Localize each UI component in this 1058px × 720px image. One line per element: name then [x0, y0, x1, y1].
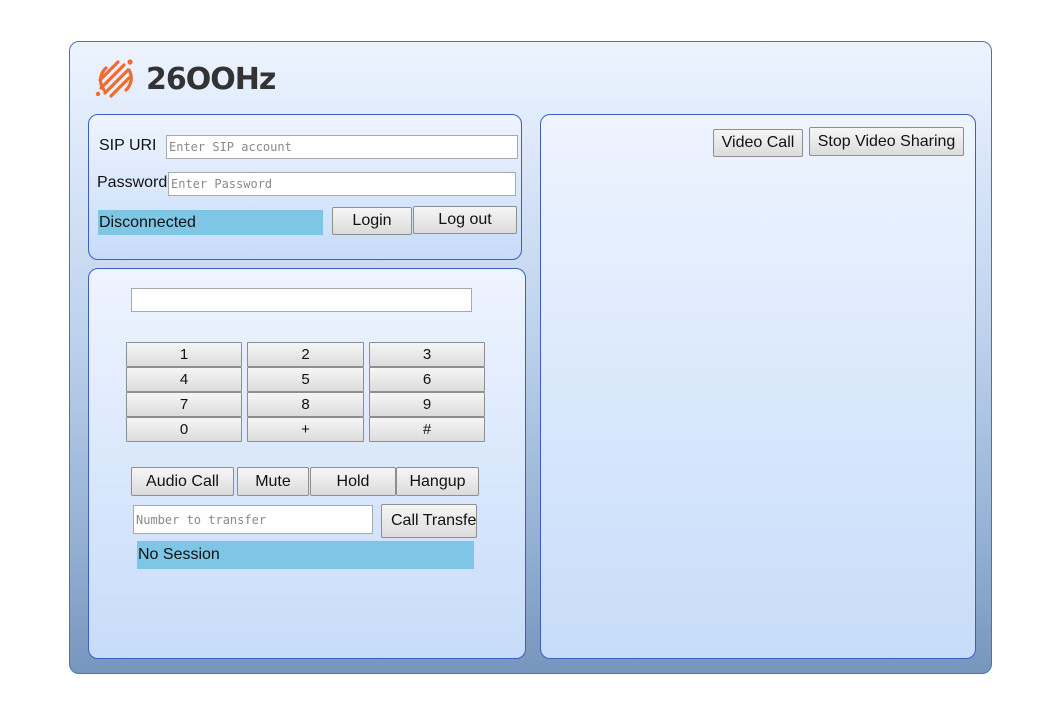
keypad-key-4[interactable]: 4	[126, 367, 242, 392]
session-status: No Session	[137, 541, 474, 569]
sip-uri-label: SIP URI	[99, 137, 157, 154]
password-input[interactable]	[168, 172, 516, 196]
sip-uri-input[interactable]	[166, 135, 518, 159]
hangup-button[interactable]: Hangup	[396, 467, 479, 496]
video-call-button[interactable]: Video Call	[713, 129, 803, 157]
dial-number-input[interactable]	[131, 288, 472, 312]
keypad-key-plus[interactable]: +	[247, 417, 364, 442]
transfer-number-input[interactable]	[133, 505, 373, 534]
password-label: Password	[97, 174, 168, 191]
video-panel: Video Call Stop Video Sharing	[540, 114, 976, 659]
dialer-panel: 1 2 3 4 5 6 7 8 9 0 + # Audio Call Mute …	[88, 268, 526, 659]
connection-status: Disconnected	[98, 210, 323, 235]
keypad-key-6[interactable]: 6	[369, 367, 485, 392]
audio-call-button[interactable]: Audio Call	[131, 467, 234, 496]
keypad-key-8[interactable]: 8	[247, 392, 364, 417]
logout-button[interactable]: Log out	[413, 206, 517, 234]
keypad-key-0[interactable]: 0	[126, 417, 242, 442]
keypad-key-hash[interactable]: #	[369, 417, 485, 442]
keypad-key-7[interactable]: 7	[126, 392, 242, 417]
keypad-key-1[interactable]: 1	[126, 342, 242, 367]
stop-video-sharing-button[interactable]: Stop Video Sharing	[809, 127, 964, 156]
brand-logo-icon	[95, 59, 133, 98]
login-button[interactable]: Login	[332, 207, 412, 235]
keypad-key-2[interactable]: 2	[247, 342, 364, 367]
mute-button[interactable]: Mute	[237, 467, 309, 496]
login-panel: SIP URI Password Disconnected Login Log …	[88, 114, 522, 260]
keypad-key-5[interactable]: 5	[247, 367, 364, 392]
brand-logo: 26OOHz	[92, 56, 276, 102]
call-transfer-button[interactable]: Call Transfe	[381, 504, 477, 538]
keypad-key-3[interactable]: 3	[369, 342, 485, 367]
keypad-key-9[interactable]: 9	[369, 392, 485, 417]
hold-button[interactable]: Hold	[310, 467, 396, 496]
softphone-app: 26OOHz SIP URI Password Disconnected Log…	[69, 41, 992, 674]
brand-name: 26OOHz	[146, 61, 276, 97]
